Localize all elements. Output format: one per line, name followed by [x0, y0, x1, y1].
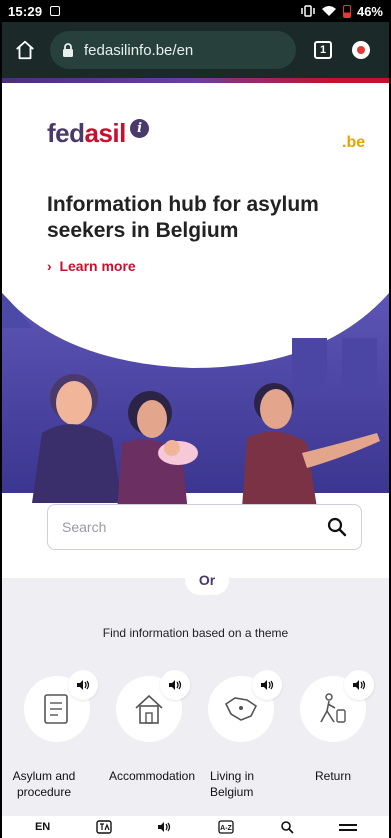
hero-title: Information hub for asylum seekers in Be…: [47, 193, 319, 242]
document-icon: [44, 694, 68, 724]
accent-line: [2, 78, 389, 83]
theme-label: Asylum and procedure: [12, 769, 76, 799]
logo-text-asil: asil: [84, 118, 127, 148]
search-icon[interactable]: [275, 820, 299, 834]
url-text: fedasilinfo.be/en: [84, 41, 194, 59]
bottom-utility-bar: EN A-Z: [2, 816, 389, 838]
speaker-icon[interactable]: [68, 670, 98, 700]
tab-switcher-button[interactable]: 1: [314, 41, 332, 59]
status-time: 15:29: [8, 3, 43, 19]
phone-frame: 15:29 46% fedasilinfo.be/en 1 fed asil i…: [0, 0, 391, 838]
translate-icon[interactable]: [92, 820, 116, 834]
battery-percent: 46%: [356, 3, 383, 19]
info-logo-icon: i: [129, 119, 149, 138]
browser-toolbar: fedasilinfo.be/en 1: [2, 22, 389, 78]
address-bar[interactable]: fedasilinfo.be/en: [50, 31, 296, 69]
be-logo[interactable]: .be: [342, 134, 365, 152]
language-selector[interactable]: EN: [31, 821, 55, 833]
be-logo-text: .be: [342, 134, 366, 151]
theme-label: Accommodation: [108, 769, 196, 783]
text-size-icon[interactable]: A-Z: [214, 820, 238, 834]
learn-more-label: Learn more: [59, 258, 136, 274]
status-bar: 15:29 46%: [2, 0, 389, 22]
speaker-icon[interactable]: [153, 821, 177, 833]
chevron-right-icon: ›: [47, 258, 52, 274]
search-input[interactable]: Search: [62, 519, 327, 535]
vibrate-icon: [301, 5, 315, 17]
walking-person-icon: [320, 693, 346, 723]
theme-label: Return: [314, 769, 352, 783]
or-divider: Or: [185, 565, 229, 595]
search-icon[interactable]: [327, 517, 347, 537]
svg-text:A-Z: A-Z: [220, 825, 232, 832]
belgium-map-icon: [224, 697, 258, 721]
speaker-icon[interactable]: [160, 670, 190, 700]
speaker-icon[interactable]: [252, 670, 282, 700]
speaker-icon[interactable]: [344, 670, 374, 700]
theme-heading: Find information based on a theme: [102, 626, 289, 640]
notification-icon: [50, 6, 61, 16]
fedasil-logo[interactable]: fed asil i: [47, 118, 149, 149]
learn-more-link[interactable]: › Learn more: [47, 258, 136, 274]
search-box[interactable]: Search: [47, 504, 362, 550]
web-page: fed asil i .be Information hub for asylum …: [2, 78, 389, 838]
browser-menu-icon[interactable]: [352, 41, 370, 59]
home-icon[interactable]: [14, 39, 36, 61]
logo-text-fed: fed: [47, 118, 85, 148]
wifi-icon: [321, 6, 336, 16]
theme-label: Living in Belgium: [210, 769, 255, 799]
status-right: 46%: [301, 4, 383, 19]
house-icon: [135, 694, 163, 724]
menu-icon[interactable]: [336, 822, 360, 832]
battery-icon: [342, 4, 351, 18]
lock-icon: [63, 43, 73, 57]
